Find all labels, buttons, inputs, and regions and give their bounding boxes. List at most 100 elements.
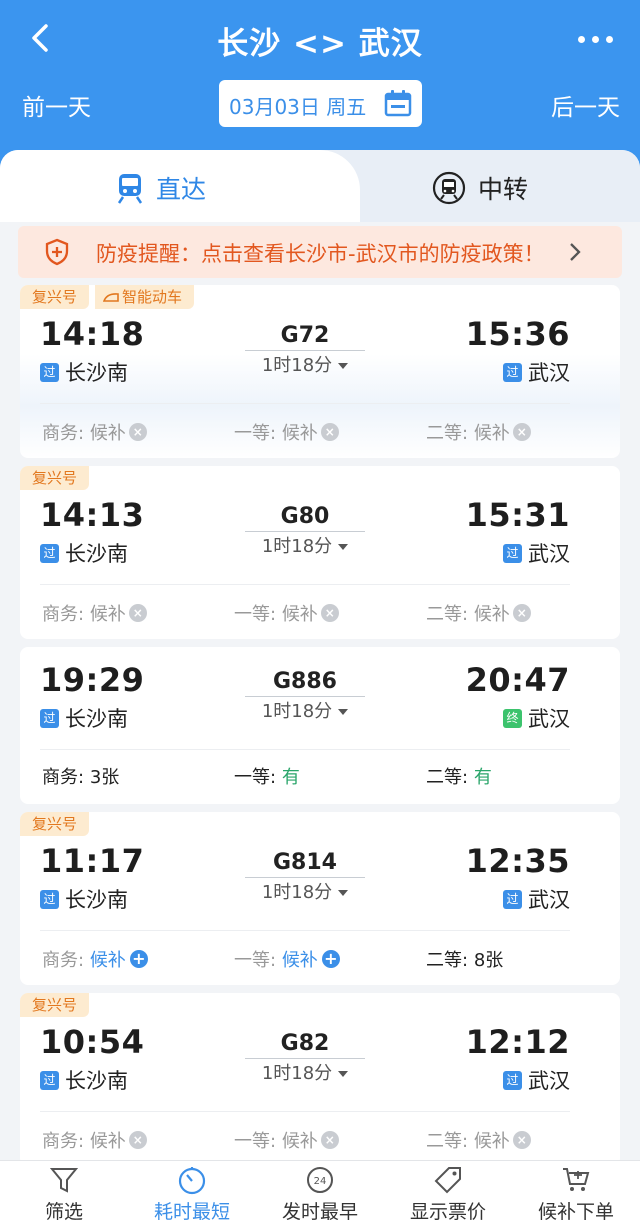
seat-business: 商务: 3张 xyxy=(42,767,120,788)
departure-station: 过长沙南 xyxy=(40,357,128,387)
unavailable-icon: × xyxy=(128,423,147,441)
next-day-button[interactable]: 后一天 xyxy=(551,88,620,122)
unavailable-icon: × xyxy=(128,604,147,622)
train-tags: 复兴号 xyxy=(20,812,95,836)
more-menu-icon[interactable] xyxy=(576,24,616,54)
epidemic-notice[interactable]: 防疫提醒：点击查看长沙市-武汉市的防疫政策！ xyxy=(18,226,622,278)
tab-direct-label: 直达 xyxy=(156,175,207,204)
seat-second-class: 二等: 8张 xyxy=(426,950,504,971)
notice-text: 防疫提醒：点击查看长沙市-武汉市的防疫政策！ xyxy=(96,242,545,266)
arrival-time: 15:36 xyxy=(465,315,570,353)
duration[interactable]: 1时18分 xyxy=(245,1059,365,1085)
duration[interactable]: 1时18分 xyxy=(245,697,365,723)
prev-day-button[interactable]: 前一天 xyxy=(22,88,91,122)
seat-second-class: 二等: 有 xyxy=(426,767,492,788)
calendar-icon xyxy=(384,90,412,117)
arrival-station: 终武汉 xyxy=(503,703,570,733)
train-card[interactable]: 复兴号 10:54 G82 1时18分 12:12 过长沙南 过武汉 商务: 候… xyxy=(20,993,620,1166)
seat-business[interactable]: 商务: 候补 + xyxy=(42,946,148,972)
pass-badge: 过 xyxy=(503,543,522,563)
cart-icon xyxy=(563,1168,590,1191)
transfer-train-icon xyxy=(432,171,466,205)
pass-badge: 过 xyxy=(503,1070,522,1090)
seat-business: 商务: 候补 × xyxy=(42,419,147,445)
tab-direct[interactable]: 直达 xyxy=(116,170,206,206)
train-card[interactable]: 19:29 G886 1时18分 20:47 过长沙南 终武汉 商务: 3张 一… xyxy=(20,647,620,804)
sort-earliest-button[interactable]: 24 发时最早 xyxy=(256,1161,384,1231)
caret-down-icon xyxy=(338,544,349,550)
filter-icon xyxy=(49,1168,79,1193)
emu-icon xyxy=(103,293,119,302)
sort-shortest-button[interactable]: 耗时最短 xyxy=(128,1161,256,1231)
show-price-button[interactable]: 显示票价 xyxy=(384,1161,512,1231)
caret-down-icon xyxy=(338,1071,349,1077)
tab-transfer[interactable]: 中转 xyxy=(432,170,528,206)
train-tags: 复兴号 xyxy=(20,466,95,490)
clock-24-icon: 24 xyxy=(307,1167,333,1193)
train-number: G72 xyxy=(280,323,330,348)
fuxing-tag: 复兴号 xyxy=(20,466,90,490)
fuxing-tag: 复兴号 xyxy=(20,993,90,1017)
train-card[interactable]: 复兴号 智能动车 14:18 G72 1时18分 15:36 过长沙南 过武汉 … xyxy=(20,285,620,458)
filter-button[interactable]: 筛选 xyxy=(0,1161,128,1231)
train-number: G886 xyxy=(273,669,337,694)
seat-first-class[interactable]: 一等: 候补 + xyxy=(234,946,340,972)
departure-time: 10:54 xyxy=(40,1023,145,1061)
arrival-time: 12:35 xyxy=(465,842,570,880)
show-price-label: 显示票价 xyxy=(409,1201,486,1223)
seat-first-class: 一等: 有 xyxy=(234,767,300,788)
caret-down-icon xyxy=(338,709,349,715)
duration[interactable]: 1时18分 xyxy=(245,532,365,558)
duration[interactable]: 1时18分 xyxy=(245,878,365,904)
unavailable-icon: × xyxy=(512,604,531,622)
unavailable-icon: × xyxy=(320,604,339,622)
arrival-time: 20:47 xyxy=(465,661,570,699)
seat-second-class: 二等: 候补 × xyxy=(426,419,531,445)
add-waitlist-icon[interactable]: + xyxy=(129,950,148,968)
date-picker[interactable]: 03月03日 周五 xyxy=(219,80,422,127)
seat-second-class: 二等: 候补 × xyxy=(426,600,531,626)
card-divider xyxy=(40,1111,570,1112)
sort-earliest-label: 发时最早 xyxy=(281,1201,358,1223)
add-waitlist-icon[interactable]: + xyxy=(321,950,340,968)
unavailable-icon: × xyxy=(320,1131,339,1149)
train-card[interactable]: 复兴号 11:17 G814 1时18分 12:35 过长沙南 过武汉 商务: … xyxy=(20,812,620,985)
bottom-action-bar: 筛选 耗时最短 24 发时最早 显示票价 候补下单 xyxy=(0,1160,640,1231)
departure-station: 过长沙南 xyxy=(40,884,128,914)
pass-badge: 过 xyxy=(40,708,59,728)
waitlist-order-label: 候补下单 xyxy=(537,1201,614,1223)
shield-icon xyxy=(45,238,69,266)
seat-first-class: 一等: 候补 × xyxy=(234,1127,339,1153)
seat-first-class: 一等: 候补 × xyxy=(234,600,339,626)
unavailable-icon: × xyxy=(128,1131,147,1149)
arrival-time: 12:12 xyxy=(465,1023,570,1061)
seat-business: 商务: 候补 × xyxy=(42,1127,147,1153)
date-text: 03月03日 周五 xyxy=(229,95,367,119)
train-icon xyxy=(117,174,143,204)
departure-station: 过长沙南 xyxy=(40,1065,128,1095)
pass-badge: 过 xyxy=(503,889,522,909)
departure-time: 19:29 xyxy=(40,661,145,699)
terminal-badge: 终 xyxy=(503,708,522,728)
card-divider xyxy=(40,403,570,404)
waitlist-order-button[interactable]: 候补下单 xyxy=(512,1161,640,1231)
train-card[interactable]: 复兴号 14:13 G80 1时18分 15:31 过长沙南 过武汉 商务: 候… xyxy=(20,466,620,639)
train-number: G814 xyxy=(273,850,337,875)
fuxing-tag: 复兴号 xyxy=(20,285,90,309)
card-divider xyxy=(40,584,570,585)
unavailable-icon: × xyxy=(512,1131,531,1149)
caret-down-icon xyxy=(338,363,349,369)
train-tags: 复兴号 智能动车 xyxy=(20,285,200,309)
train-number: G80 xyxy=(280,504,330,529)
departure-time: 14:18 xyxy=(40,315,145,353)
sort-shortest-label: 耗时最短 xyxy=(153,1201,230,1223)
departure-station: 过长沙南 xyxy=(40,703,128,733)
duration[interactable]: 1时18分 xyxy=(245,351,365,377)
nav-bar: 长沙 <> 武汉 xyxy=(0,0,640,78)
train-number: G82 xyxy=(280,1031,330,1056)
arrival-station: 过武汉 xyxy=(503,884,570,914)
arrival-station: 过武汉 xyxy=(503,538,570,568)
caret-down-icon xyxy=(338,890,349,896)
price-tag-icon xyxy=(434,1167,461,1194)
fuxing-tag: 复兴号 xyxy=(20,812,90,836)
